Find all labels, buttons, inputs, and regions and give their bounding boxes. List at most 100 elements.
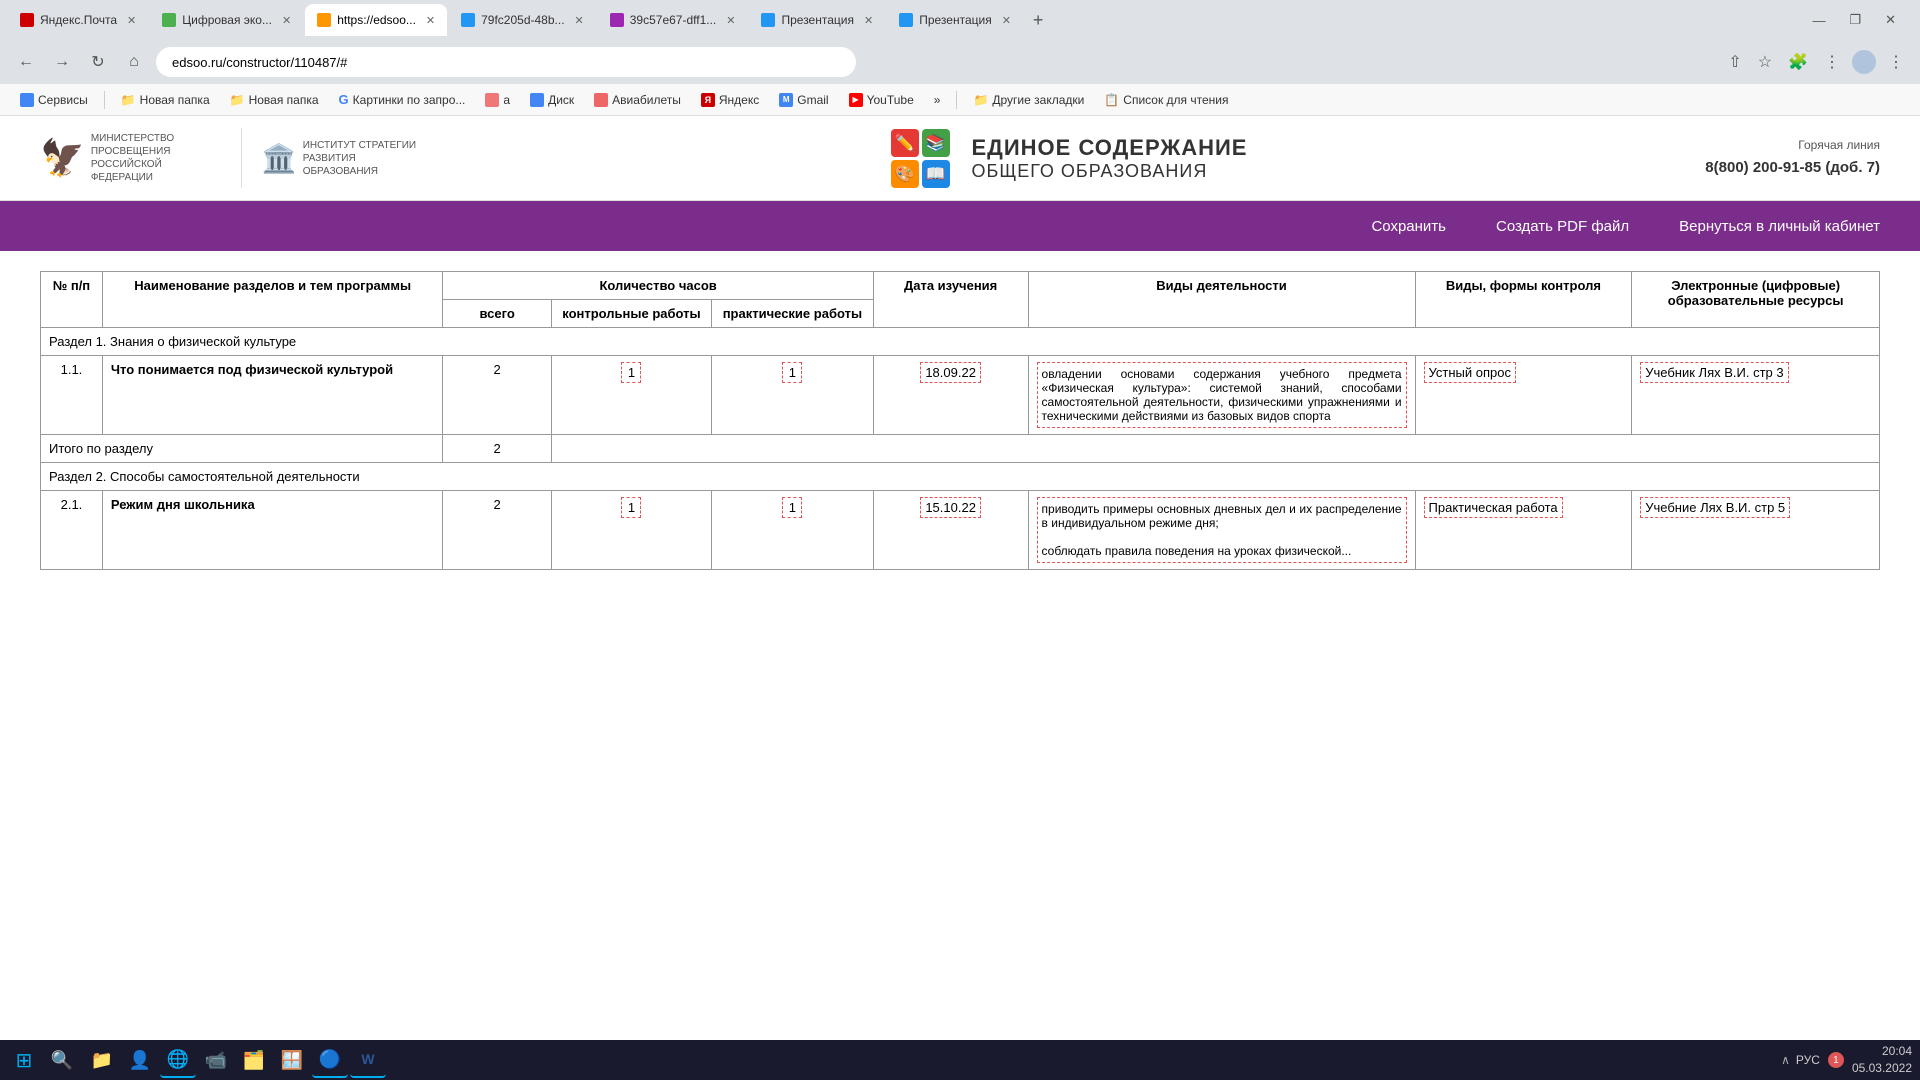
reload-button[interactable]: ↻ <box>84 48 112 76</box>
editable-control-1-1[interactable]: 1 <box>621 362 641 383</box>
tab-favicon-edsoo <box>317 13 331 27</box>
notification-badge[interactable]: 1 <box>1828 1052 1844 1068</box>
chrome-icon: 🔵 <box>319 1049 341 1070</box>
tab-yandex-mail[interactable]: Яндекс.Почта ✕ <box>8 4 148 36</box>
th-control-type: Виды, формы контроля <box>1415 272 1632 328</box>
bookmark-services[interactable]: Сервисы <box>12 91 96 109</box>
tab-edsoo[interactable]: https://edsoo... ✕ <box>305 4 447 36</box>
taskbar-zoom[interactable]: 📹 <box>198 1042 234 1078</box>
taskbar-store[interactable]: 🪟 <box>274 1042 310 1078</box>
editable-resources-1-1[interactable]: Учебник Лях В.И. стр 3 <box>1640 362 1788 383</box>
bookmark-youtube[interactable]: ▶ YouTube <box>841 91 922 109</box>
tab-digital-eco[interactable]: Цифровая эко... ✕ <box>150 4 303 36</box>
editable-control-2-1[interactable]: 1 <box>621 497 641 518</box>
editable-control-type-1-1[interactable]: Устный опрос <box>1424 362 1516 383</box>
bookmark-other[interactable]: 📁 Другие закладки <box>965 91 1092 109</box>
curriculum-table: № п/п Наименование разделов и тем програ… <box>40 271 1880 570</box>
bookmark-folder1[interactable]: 📁 Новая папка <box>113 91 218 109</box>
word-icon: W <box>361 1051 374 1067</box>
cell-1-1-resources[interactable]: Учебник Лях В.И. стр 3 <box>1632 356 1880 435</box>
tab-presentation2[interactable]: Презентация ✕ <box>887 4 1023 36</box>
cell-1-1-control[interactable]: 1 <box>551 356 711 435</box>
taskbar-search[interactable]: 🔍 <box>44 1044 80 1076</box>
window-controls: — ❐ ✕ <box>1804 8 1912 32</box>
cell-2-1-date[interactable]: 15.10.22 <box>873 491 1028 570</box>
address-input[interactable] <box>156 47 856 77</box>
taskbar-word[interactable]: W <box>350 1042 386 1078</box>
share-icon[interactable]: ⇧ <box>1724 48 1745 76</box>
close-button[interactable]: ✕ <box>1877 8 1904 32</box>
taskbar-chrome[interactable]: 🔵 <box>312 1042 348 1078</box>
more-menu-icon[interactable]: ⋮ <box>1884 48 1908 76</box>
editable-control-type-2-1[interactable]: Практическая работа <box>1424 497 1563 518</box>
cell-2-1-resources[interactable]: Учебние Лях В.И. стр 5 <box>1632 491 1880 570</box>
taskbar-files[interactable]: 🗂️ <box>236 1042 272 1078</box>
editable-practical-1-1[interactable]: 1 <box>782 362 802 383</box>
tab-79fc[interactable]: 79fc205d-48b... ✕ <box>449 4 596 36</box>
tab-presentation1[interactable]: Презентация ✕ <box>749 4 885 36</box>
bookmark-reading-list[interactable]: 📋 Список для чтения <box>1096 91 1236 109</box>
hotline-number: 8(800) 200-91-85 (доб. 7) <box>1705 156 1880 180</box>
bookmark-google-images[interactable]: G Картинки по запро... <box>331 90 474 109</box>
nav-pdf[interactable]: Создать PDF файл <box>1496 218 1629 235</box>
editable-practical-2-1[interactable]: 1 <box>782 497 802 518</box>
bookmark-gmail[interactable]: M Gmail <box>771 91 836 109</box>
bookmark-folder2[interactable]: 📁 Новая папка <box>222 91 327 109</box>
editable-date-1-1[interactable]: 18.09.22 <box>920 362 981 383</box>
cell-2-1-control[interactable]: 1 <box>551 491 711 570</box>
bookmark-star-icon[interactable]: ☆ <box>1754 48 1776 76</box>
tab-close-edsoo[interactable]: ✕ <box>426 14 435 27</box>
cell-2-1-practical[interactable]: 1 <box>712 491 874 570</box>
site-title-line1: ЕДИНОЕ СОДЕРЖАНИЕ <box>972 135 1248 161</box>
start-button[interactable]: ⊞ <box>8 1044 40 1076</box>
home-button[interactable]: ⌂ <box>120 48 148 76</box>
total-empty-1 <box>551 435 1879 463</box>
cell-1-1-date[interactable]: 18.09.22 <box>873 356 1028 435</box>
profile-menu-icon[interactable]: ⋮ <box>1820 48 1844 76</box>
tab-close-digital[interactable]: ✕ <box>282 14 291 27</box>
site-header: 🦅 МИНИСТЕРСТВО ПРОСВЕЩЕНИЯ РОССИЙСКОЙ ФЕ… <box>0 116 1920 201</box>
bookmark-favicon-yandex: Я <box>701 93 715 107</box>
tab-39c5[interactable]: 39c57e67-dff1... ✕ <box>598 4 748 36</box>
cell-2-1-control-type[interactable]: Практическая работа <box>1415 491 1632 570</box>
table-row: 1.1. Что понимается под физической культ… <box>41 356 1880 435</box>
editable-activities-2-1[interactable]: приводить примеры основных дневных дел и… <box>1037 497 1407 563</box>
editable-activities-1-1[interactable]: овладении основами содержания учебного п… <box>1037 362 1407 428</box>
bookmark-more[interactable]: » <box>926 91 949 109</box>
new-tab-button[interactable]: + <box>1025 10 1052 31</box>
tab-favicon-39c5 <box>610 13 624 27</box>
th-hours-group: Количество часов <box>443 272 873 300</box>
taskbar-browser[interactable]: 🌐 <box>160 1042 196 1078</box>
taskbar-file-explorer[interactable]: 📁 <box>84 1042 120 1078</box>
bookmark-g-icon: G <box>339 92 349 107</box>
taskbar-datetime[interactable]: 20:04 05.03.2022 <box>1852 1043 1912 1077</box>
tab-close-pres2[interactable]: ✕ <box>1002 14 1011 27</box>
ministry-label: МИНИСТЕРСТВО ПРОСВЕЩЕНИЯ РОССИЙСКОЙ ФЕДЕ… <box>91 132 221 184</box>
nav-save[interactable]: Сохранить <box>1371 218 1446 235</box>
extensions-icon[interactable]: 🧩 <box>1784 48 1812 76</box>
tab-close-yandex[interactable]: ✕ <box>127 14 136 27</box>
restore-button[interactable]: ❐ <box>1841 8 1869 32</box>
tab-close-39c5[interactable]: ✕ <box>726 14 735 27</box>
cell-1-1-practical[interactable]: 1 <box>712 356 874 435</box>
cell-1-1-control-type[interactable]: Устный опрос <box>1415 356 1632 435</box>
bookmark-label-a: a <box>503 93 510 107</box>
editable-resources-2-1[interactable]: Учебние Лях В.И. стр 5 <box>1640 497 1790 518</box>
tab-close-79fc[interactable]: ✕ <box>575 14 584 27</box>
bookmark-disk[interactable]: Диск <box>522 91 582 109</box>
bookmark-a[interactable]: a <box>477 91 518 109</box>
cell-2-1-activities[interactable]: приводить примеры основных дневных дел и… <box>1028 491 1415 570</box>
editable-date-2-1[interactable]: 15.10.22 <box>920 497 981 518</box>
taskbar-chevron-icon[interactable]: ∧ <box>1781 1053 1790 1067</box>
bookmark-yandex[interactable]: Я Яндекс <box>693 91 767 109</box>
minimize-button[interactable]: — <box>1804 9 1833 32</box>
bookmark-avia[interactable]: Авиабилеты <box>586 91 689 109</box>
cell-1-1-activities[interactable]: овладении основами содержания учебного п… <box>1028 356 1415 435</box>
site-title-line2: ОБЩЕГО ОБРАЗОВАНИЯ <box>972 161 1248 182</box>
tab-close-pres1[interactable]: ✕ <box>864 14 873 27</box>
forward-button[interactable]: → <box>48 48 76 76</box>
back-button[interactable]: ← <box>12 48 40 76</box>
taskbar-cortana[interactable]: 👤 <box>122 1042 158 1078</box>
nav-back[interactable]: Вернуться в личный кабинет <box>1679 218 1880 235</box>
user-avatar-icon[interactable] <box>1852 50 1876 74</box>
